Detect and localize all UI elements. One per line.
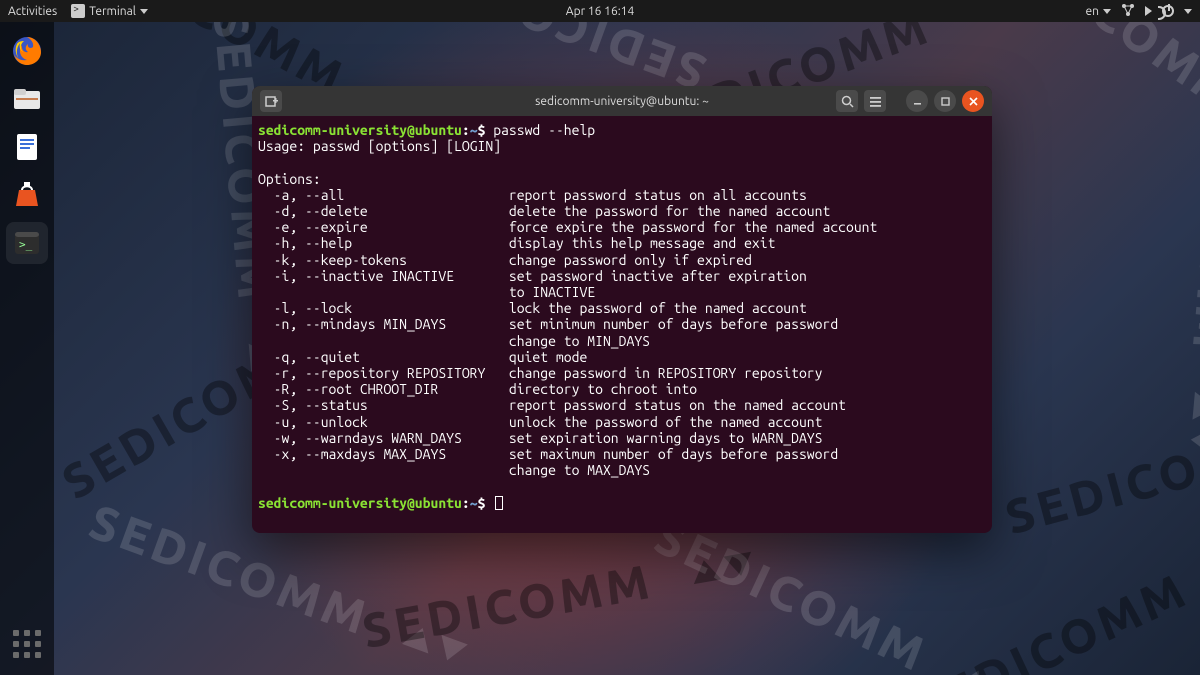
chevron-down-icon (1184, 9, 1192, 14)
window-title: sedicomm-university@ubuntu: ~ (535, 95, 709, 108)
volume-icon (1145, 6, 1152, 16)
dock-app-firefox[interactable] (6, 30, 48, 72)
chevron-down-icon (140, 9, 148, 14)
dock-app-text-editor[interactable] (6, 126, 48, 168)
terminal-output[interactable]: sedicomm-university@ubuntu:~$ passwd --h… (252, 116, 992, 533)
hamburger-menu-button[interactable] (864, 90, 886, 112)
window-close-button[interactable] (962, 90, 984, 112)
window-minimize-button[interactable] (906, 90, 928, 112)
status-area[interactable]: en (1086, 3, 1192, 20)
window-maximize-button[interactable] (934, 90, 956, 112)
activities-button[interactable]: Activities (8, 5, 57, 18)
dock-app-files[interactable] (6, 78, 48, 120)
new-tab-button[interactable] (260, 90, 282, 112)
svg-text:>_: >_ (19, 238, 33, 251)
terminal-window: sedicomm-university@ubuntu: ~ sedicomm-u… (252, 86, 992, 533)
window-titlebar[interactable]: sedicomm-university@ubuntu: ~ (252, 86, 992, 116)
app-menu-label: Terminal (89, 5, 136, 18)
input-source-indicator[interactable]: en (1086, 5, 1111, 18)
app-menu-terminal[interactable]: Terminal (71, 4, 148, 18)
gnome-top-bar: Activities Terminal Apr 16 16:14 en (0, 0, 1200, 22)
chevron-down-icon (1103, 9, 1111, 14)
network-icon (1121, 3, 1135, 20)
dock: >_ (0, 22, 54, 675)
dock-app-software[interactable] (6, 174, 48, 216)
terminal-icon (71, 4, 85, 18)
dock-app-terminal[interactable]: >_ (6, 222, 48, 264)
power-icon (1162, 5, 1174, 17)
clock[interactable]: Apr 16 16:14 (566, 5, 634, 18)
search-button[interactable] (836, 90, 858, 112)
